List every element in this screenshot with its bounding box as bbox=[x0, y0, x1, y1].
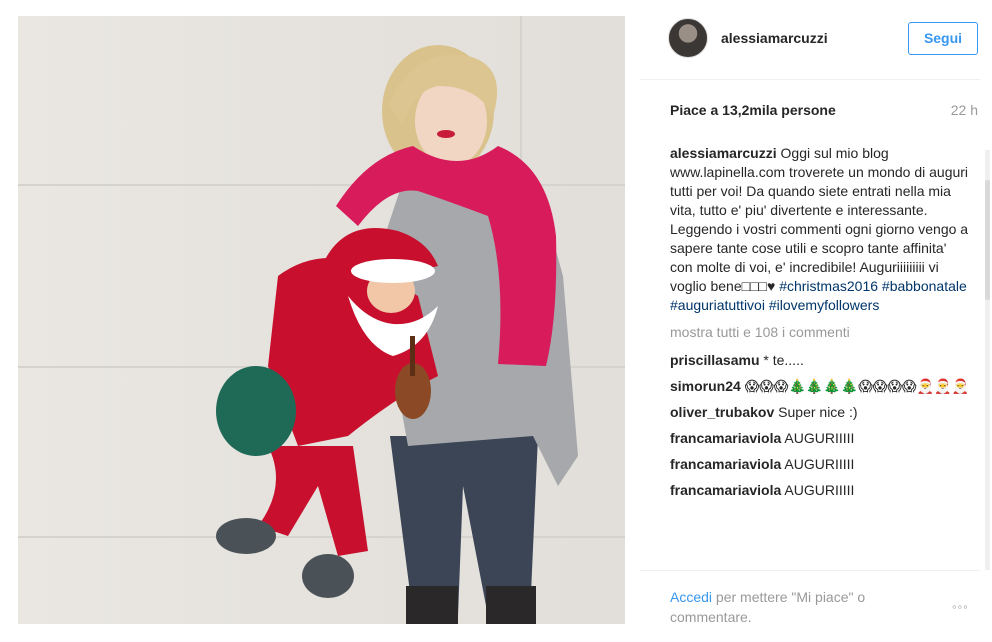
scrollbar-thumb[interactable] bbox=[985, 180, 990, 300]
post-photo[interactable] bbox=[18, 16, 625, 624]
login-link[interactable]: Accedi bbox=[670, 589, 712, 605]
comment: oliver_trubakov Super nice :) bbox=[670, 403, 970, 422]
comment-text: 😱😱😱🎄🎄🎄🎄😱😱😱😱🎅🎅🎅 bbox=[744, 378, 969, 394]
likes-row: Piace a 13,2mila persone 22 h bbox=[670, 102, 978, 122]
comment-username[interactable]: francamariaviola bbox=[670, 430, 781, 446]
hashtag-link[interactable]: #christmas2016 bbox=[779, 278, 878, 294]
comments-scrollbar[interactable] bbox=[985, 150, 990, 570]
avatar[interactable] bbox=[668, 18, 708, 58]
follow-button[interactable]: Segui bbox=[908, 22, 978, 55]
photo-illustration bbox=[216, 45, 578, 624]
show-all-comments-link[interactable]: mostra tutti e 108 i commenti bbox=[670, 323, 970, 342]
post-footer: Accedi per mettere "Mi piace" o commenta… bbox=[640, 570, 980, 642]
caption-text: Oggi sul mio blog www.lapinella.com trov… bbox=[670, 145, 969, 294]
comment: francamariaviola AUGURIIIII bbox=[670, 429, 970, 448]
comment-username[interactable]: priscillasamu bbox=[670, 352, 760, 368]
post-header: alessiamarcuzzi Segui bbox=[640, 0, 980, 80]
caption-username[interactable]: alessiamarcuzzi bbox=[670, 145, 777, 161]
comment-username[interactable]: francamariaviola bbox=[670, 456, 781, 472]
username-link[interactable]: alessiamarcuzzi bbox=[721, 30, 828, 46]
comment-username[interactable]: simorun24 bbox=[670, 378, 741, 394]
comment: priscillasamu * te..... bbox=[670, 351, 970, 370]
hashtag-link[interactable]: #auguriatuttivoi bbox=[670, 297, 765, 313]
caption: alessiamarcuzzi Oggi sul mio blog www.la… bbox=[670, 144, 970, 315]
comments-list: alessiamarcuzzi Oggi sul mio blog www.la… bbox=[670, 144, 970, 570]
post-timestamp[interactable]: 22 h bbox=[951, 102, 978, 118]
comment-text: AUGURIIIII bbox=[784, 482, 855, 498]
comment: francamariaviola AUGURIIIII bbox=[670, 455, 970, 474]
post-sidebar: alessiamarcuzzi Segui Piace a 13,2mila p… bbox=[640, 0, 992, 642]
comment: francamariaviola AUGURIIIII bbox=[670, 481, 970, 500]
comment-text: AUGURIIIII bbox=[784, 430, 855, 446]
comment-username[interactable]: oliver_trubakov bbox=[670, 404, 774, 420]
comment: simorun24 😱😱😱🎄🎄🎄🎄😱😱😱😱🎅🎅🎅 bbox=[670, 377, 970, 396]
login-prompt: Accedi per mettere "Mi piace" o commenta… bbox=[670, 587, 920, 627]
comment-text: AUGURIIIII bbox=[784, 456, 855, 472]
hashtag-link[interactable]: #ilovemyfollowers bbox=[769, 297, 879, 313]
hashtag-link[interactable]: #babbonatale bbox=[882, 278, 967, 294]
likes-count[interactable]: Piace a 13,2mila persone bbox=[670, 102, 836, 118]
ellipsis-icon[interactable]: ◦◦◦ bbox=[952, 599, 969, 614]
comment-text: * te..... bbox=[763, 352, 804, 368]
comment-username[interactable]: francamariaviola bbox=[670, 482, 781, 498]
comment-text: Super nice :) bbox=[778, 404, 858, 420]
